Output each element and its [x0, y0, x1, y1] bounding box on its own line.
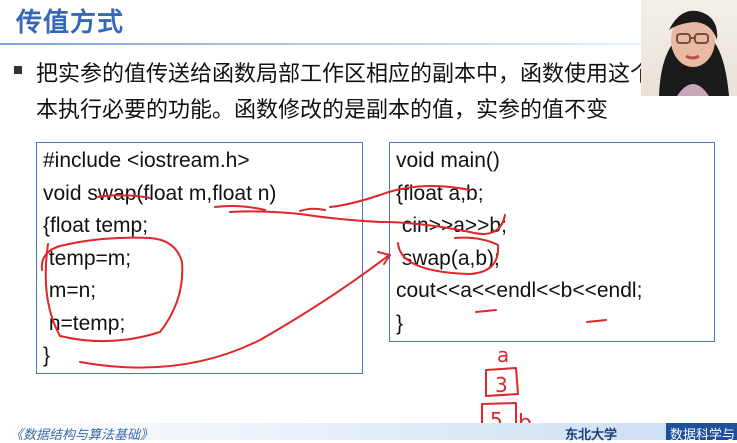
swap-code-lines: #include <iostream.h> void swap(float m,… [37, 143, 362, 373]
code-line: {float temp; [43, 214, 149, 237]
code-line: n=temp; [43, 311, 126, 335]
slide-footer: 《数据结构与算法基础》 东北大学 数据科学与 [0, 423, 737, 443]
code-line: temp=m; [43, 246, 132, 270]
title-divider [0, 43, 737, 45]
bullet-text: 把实参的值传送给函数局部工作区相应的副本中，函数使用这个副本执行必要的功能。函数… [36, 62, 675, 123]
code-line: {float a,b; [396, 181, 484, 205]
code-line: cout<<a<<endl<<b<<endl; [396, 279, 643, 302]
footer-course-title: 《数据结构与算法基础》 [10, 428, 154, 443]
code-line: void swap(float m,float n) [43, 181, 277, 205]
slide: 传值方式 把实参的值传送给函数局部工作区相应的副本中，函数使用这个副本执行必要的… [0, 0, 737, 443]
code-line: m=n; [43, 279, 97, 302]
code-line: cin>>a>>b; [396, 214, 507, 237]
code-line: swap(a,b); [396, 246, 500, 270]
main-function-code-box: void main() {float a,b; cin>>a>>b; swap(… [389, 142, 715, 342]
swap-function-code-box: #include <iostream.h> void swap(float m,… [36, 142, 363, 374]
footer-right-block: 数据科学与 [666, 423, 737, 443]
code-line: void main() [396, 149, 500, 172]
slide-title: 传值方式 [16, 8, 125, 38]
code-line: #include <iostream.h> [43, 149, 250, 172]
presenter-webcam [641, 0, 737, 96]
footer-university-logo: 东北大学 [565, 428, 618, 443]
code-line: } [396, 311, 404, 335]
value-box-a [485, 367, 519, 397]
handwriting-value-a: 3 [495, 373, 508, 397]
footer-right-text: 数据科学与 [670, 428, 736, 443]
main-code-lines: void main() {float a,b; cin>>a>>b; swap(… [390, 143, 714, 340]
handwriting-label-a: a [497, 343, 509, 367]
presenter-avatar-icon [659, 10, 729, 96]
bullet-square-icon [14, 66, 22, 74]
code-line: } [43, 344, 51, 367]
